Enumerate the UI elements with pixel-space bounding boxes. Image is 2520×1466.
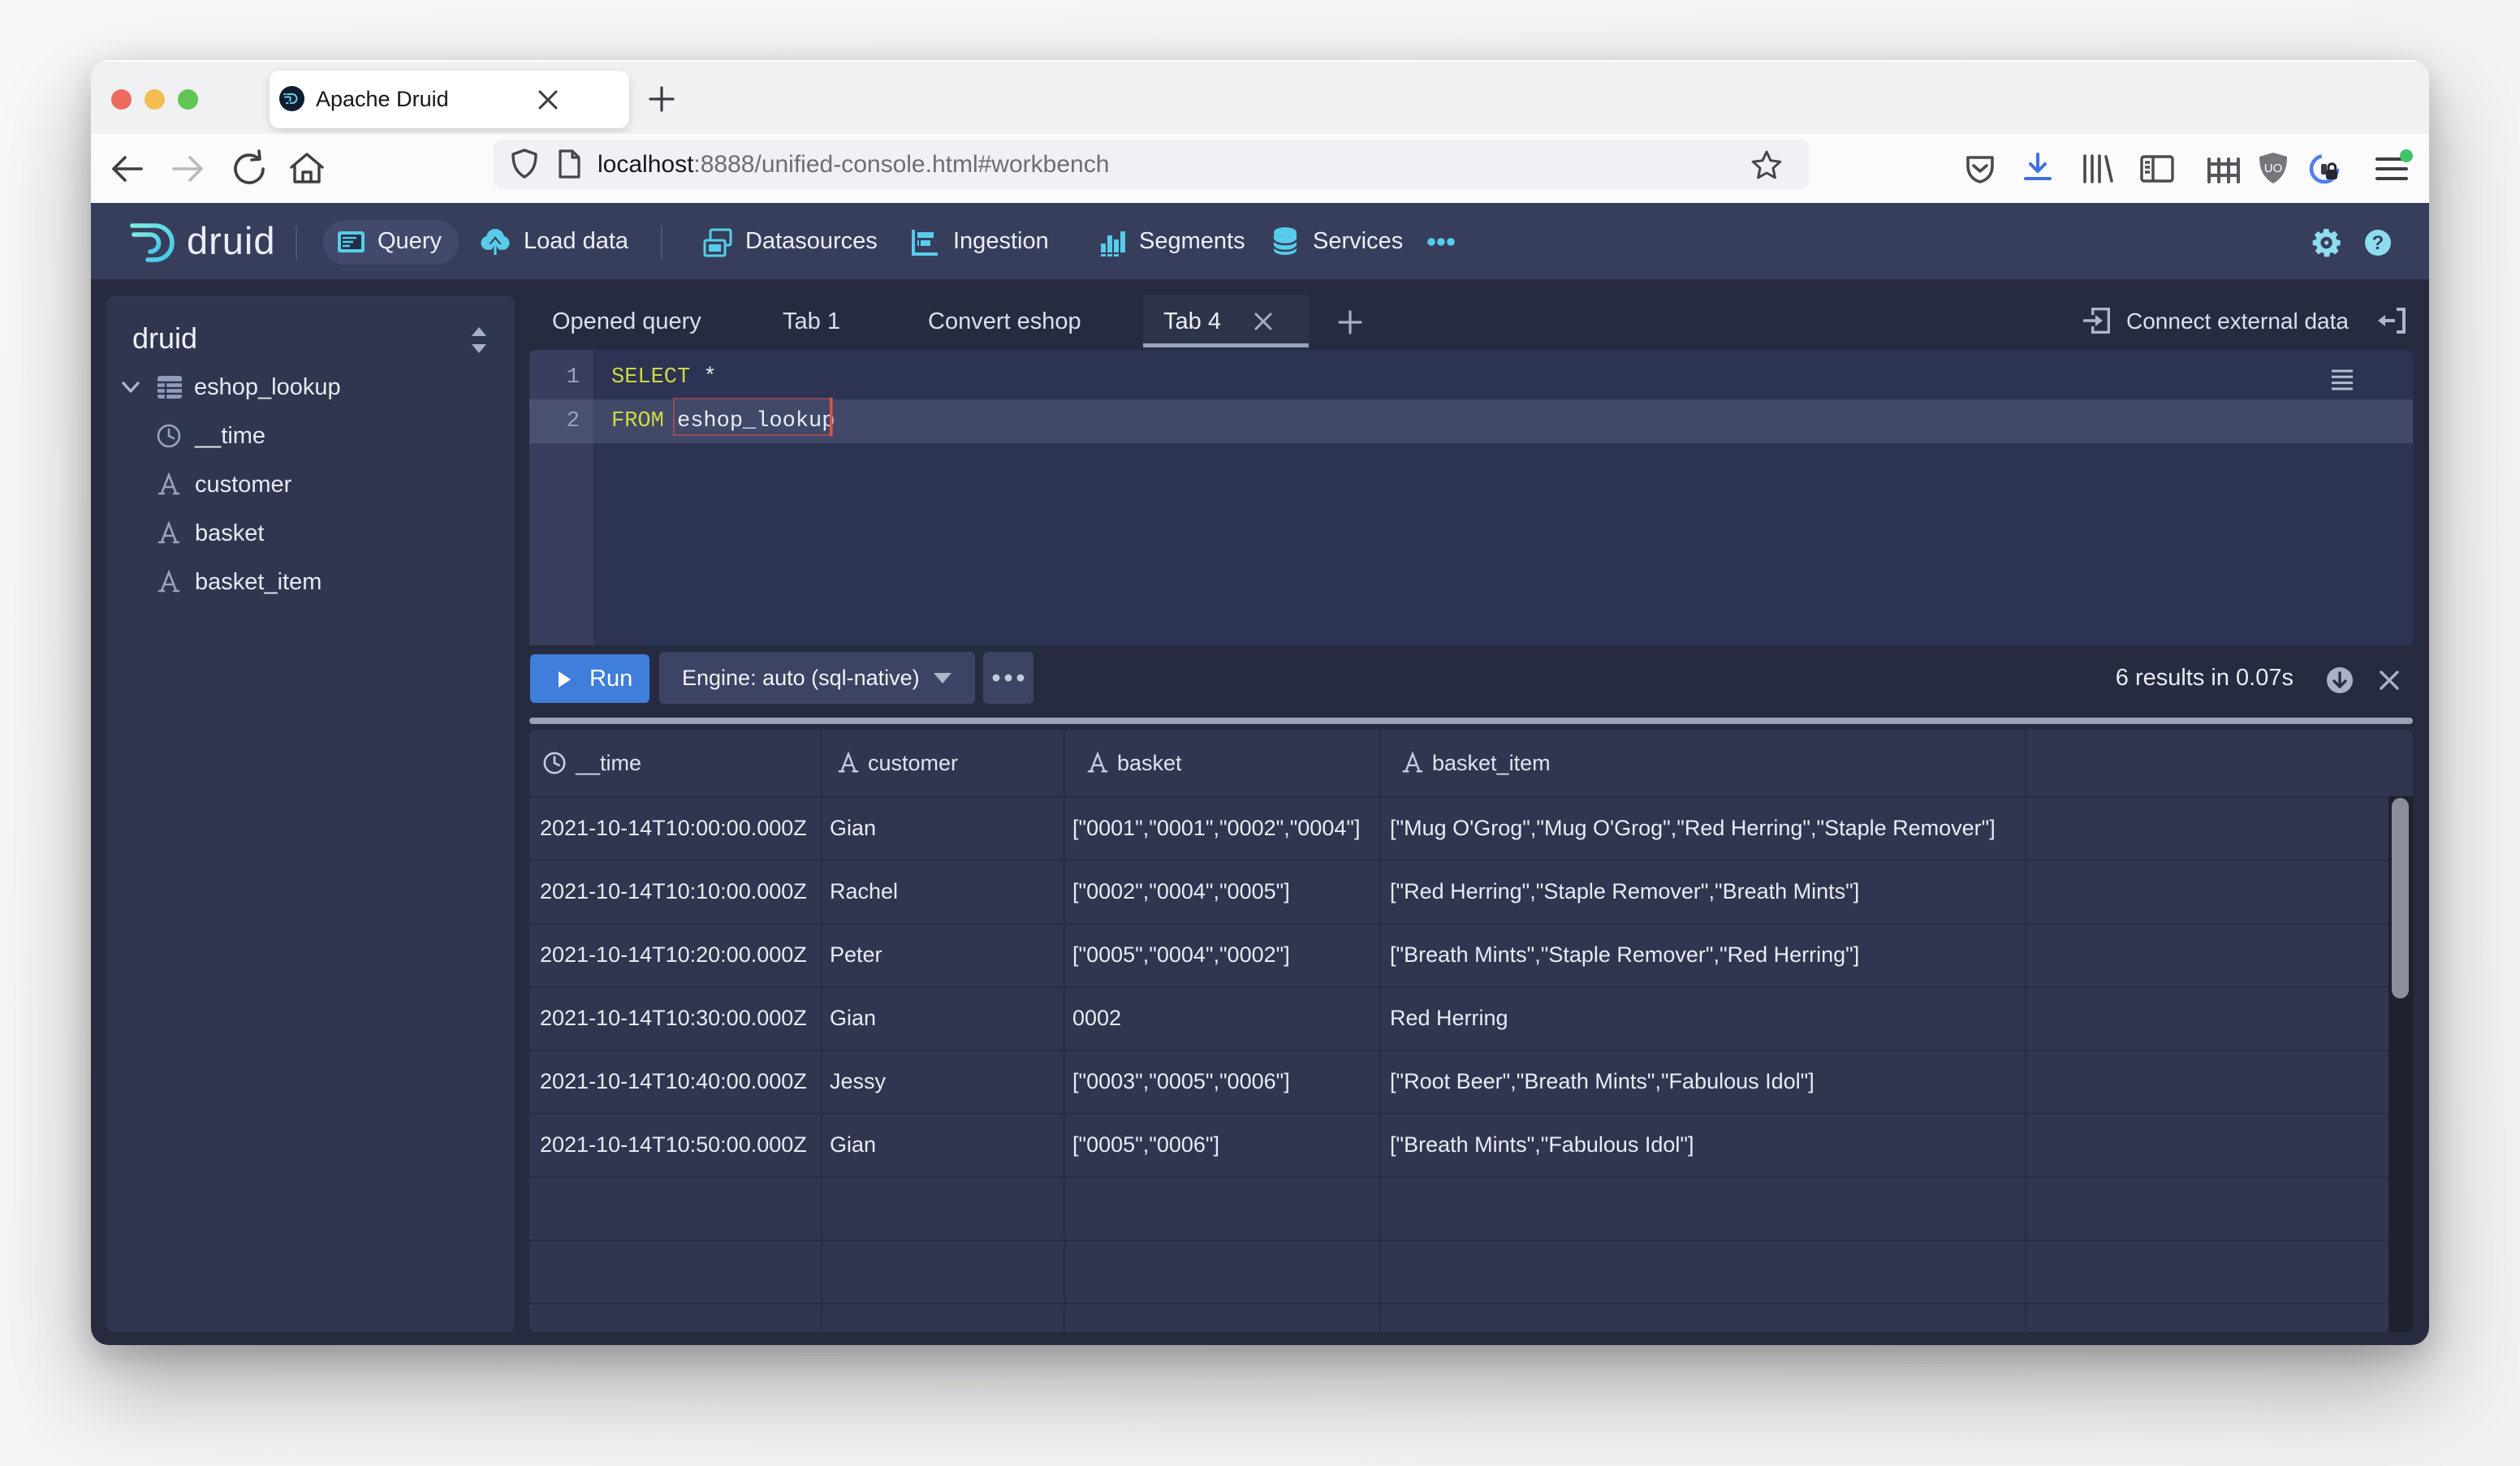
svg-text:UO: UO (2264, 162, 2283, 175)
svg-text:?: ? (2372, 232, 2384, 254)
